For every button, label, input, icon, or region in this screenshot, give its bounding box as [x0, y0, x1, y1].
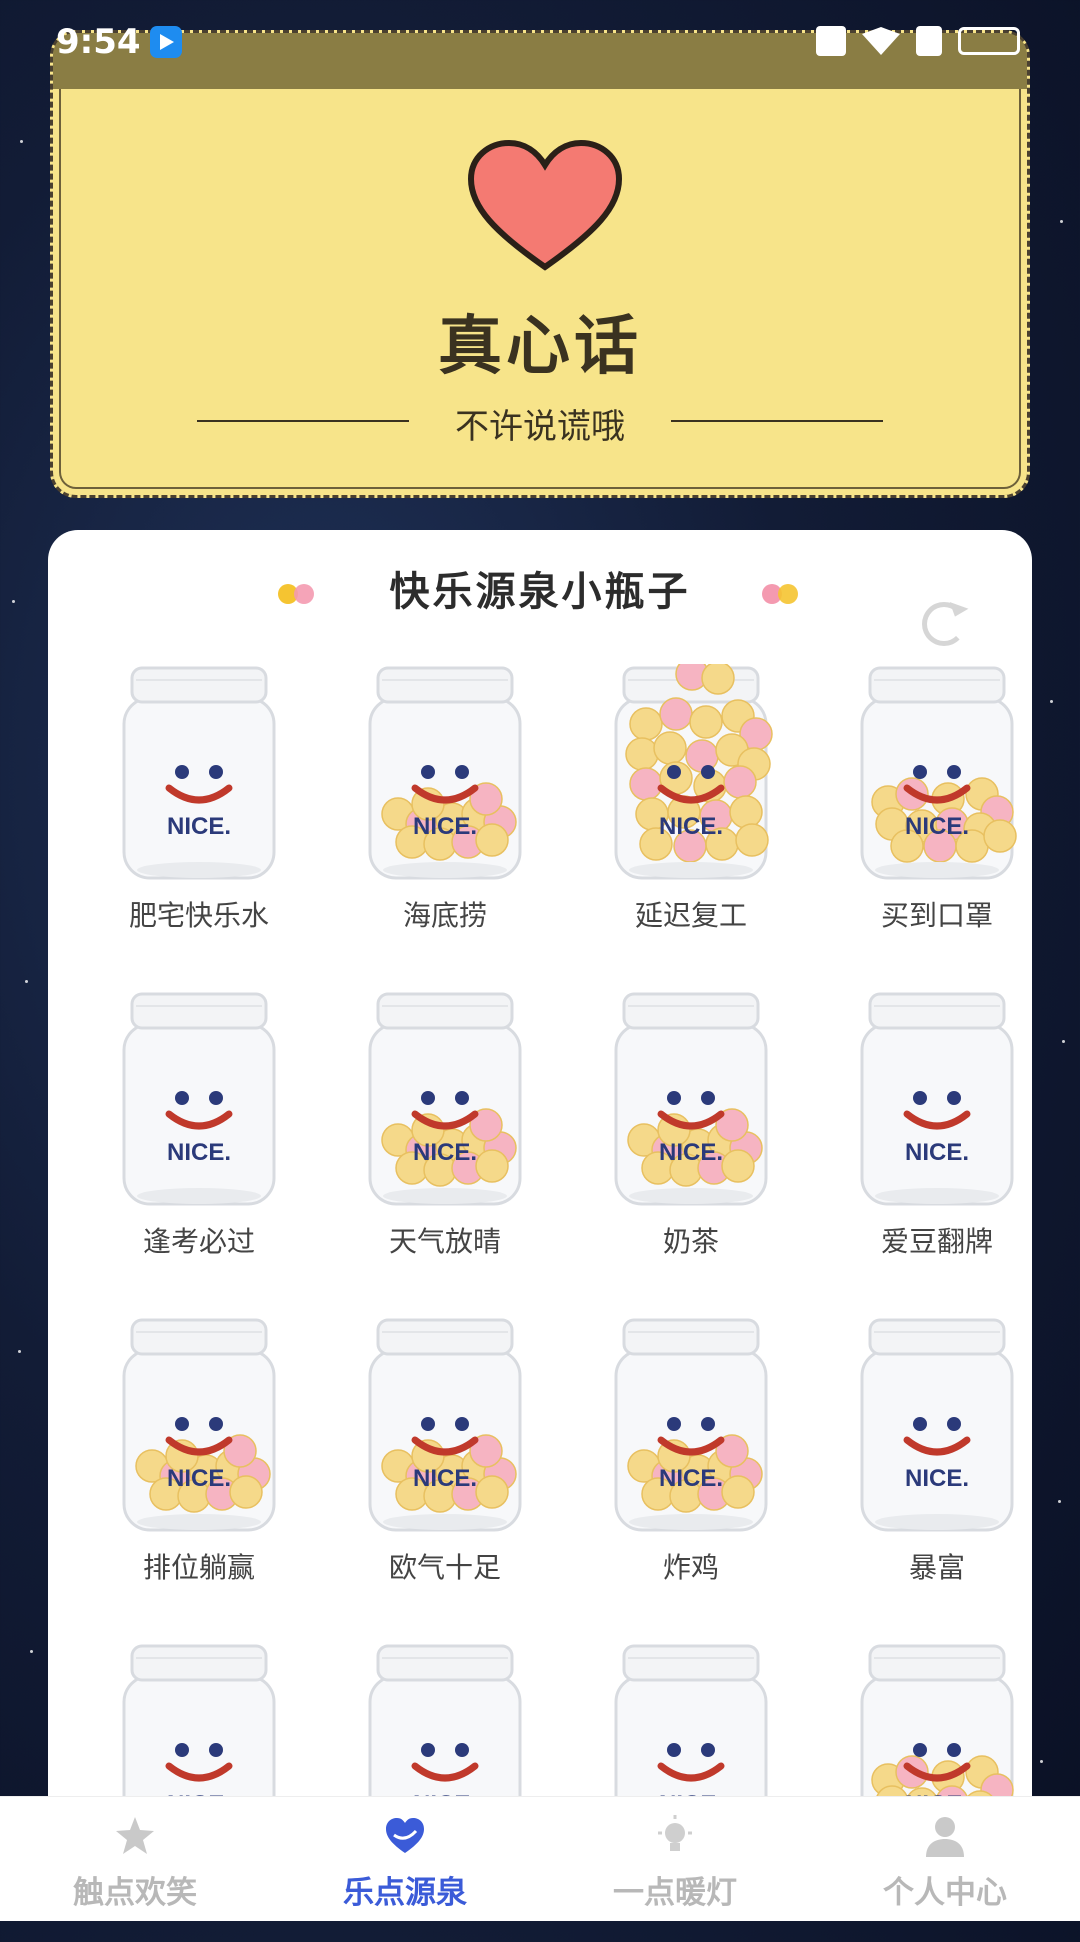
jar-icon: NICE. — [114, 1316, 284, 1536]
tab-0[interactable]: 触点欢笑 — [0, 1797, 270, 1921]
truth-subtitle: 不许说谎哦 — [455, 407, 625, 447]
refresh-icon[interactable] — [922, 602, 966, 646]
decor-dots-right — [762, 584, 802, 604]
jar-label: 爱豆翻牌 — [880, 1225, 993, 1258]
jar-icon: NICE. — [360, 664, 530, 884]
decor-dots-left — [278, 584, 318, 604]
lamp-icon — [652, 1813, 698, 1859]
jar-item[interactable]: NICE. 炸鸡 — [568, 1316, 814, 1616]
jar-label: 欧气十足 — [388, 1551, 501, 1584]
jar-item[interactable]: NICE. 暴富 — [814, 1316, 1060, 1616]
tab-label: 个人中心 — [883, 1875, 1007, 1911]
person-icon — [922, 1813, 968, 1859]
tab-label: 乐点源泉 — [343, 1875, 467, 1911]
svg-text:NICE.: NICE. — [659, 1139, 723, 1166]
jar-icon: NICE. — [852, 664, 1022, 884]
jar-item[interactable]: NICE. 逢考必过 — [76, 990, 322, 1290]
jar-label: 肥宅快乐水 — [128, 899, 269, 932]
jar-icon: NICE. — [114, 664, 284, 884]
heart-hand-icon — [382, 1813, 428, 1859]
jar-label: 奶茶 — [662, 1225, 719, 1258]
jar-icon: NICE. — [852, 990, 1022, 1210]
jar-item[interactable]: NICE. 奶茶 — [568, 990, 814, 1290]
status-time: 9:54 — [56, 22, 141, 62]
svg-text:NICE.: NICE. — [659, 1465, 723, 1492]
svg-text:NICE.: NICE. — [413, 1139, 477, 1166]
jar-label: 炸鸡 — [662, 1551, 719, 1584]
tab-3[interactable]: 个人中心 — [810, 1797, 1080, 1921]
tab-label: 触点欢笑 — [73, 1875, 197, 1911]
jar-icon: NICE. — [852, 1316, 1022, 1536]
svg-text:NICE.: NICE. — [167, 1139, 231, 1166]
jar-grid: NICE. 肥宅快乐水 NICE. 海底捞 NICE. 延迟复工 NICE. 买… — [76, 657, 1060, 1942]
jar-item[interactable]: NICE. 天气放晴 — [322, 990, 568, 1290]
jar-item[interactable]: NICE. 海底捞 — [322, 664, 568, 964]
status-bar: 9:54 — [0, 0, 1080, 86]
tab-1[interactable]: 乐点源泉 — [270, 1797, 540, 1921]
jar-icon: NICE. — [360, 990, 530, 1210]
jar-icon: NICE. — [606, 1316, 776, 1536]
jar-label: 延迟复工 — [634, 899, 747, 932]
panel-title: 快乐源泉小瓶子 — [389, 569, 691, 615]
svg-text:NICE.: NICE. — [905, 813, 969, 840]
wifi-icon — [862, 27, 900, 55]
jar-label: 排位躺赢 — [142, 1551, 255, 1584]
svg-text:NICE.: NICE. — [905, 1139, 969, 1166]
svg-text:NICE.: NICE. — [413, 813, 477, 840]
tab-label: 一点暖灯 — [613, 1875, 737, 1911]
divider-right — [671, 420, 883, 422]
alert-icon — [916, 26, 942, 56]
jar-icon: NICE. — [360, 1316, 530, 1536]
svg-text:NICE.: NICE. — [167, 813, 231, 840]
jar-label: 买到口罩 — [880, 899, 993, 932]
heart-icon — [467, 139, 623, 271]
svg-text:NICE.: NICE. — [167, 1465, 231, 1492]
svg-text:NICE.: NICE. — [659, 813, 723, 840]
truth-card[interactable]: 真心话 不许说谎哦 — [50, 30, 1030, 498]
jar-panel: 快乐源泉小瓶子 NICE. 肥宅快乐水 NICE. 海底捞 NICE. 延迟复工… — [48, 530, 1032, 1910]
svg-text:NICE.: NICE. — [905, 1465, 969, 1492]
jar-label: 天气放晴 — [388, 1225, 501, 1258]
jar-item[interactable]: NICE. 延迟复工 — [568, 657, 814, 964]
jar-item[interactable]: NICE. 排位躺赢 — [76, 1316, 322, 1616]
vibrate-icon — [816, 26, 846, 56]
jar-item[interactable]: NICE. 买到口罩 — [814, 664, 1060, 964]
tab-2[interactable]: 一点暖灯 — [540, 1797, 810, 1921]
bottom-tab-bar: 触点欢笑 乐点源泉 一点暖灯 个人中心 — [0, 1796, 1080, 1921]
jar-icon: NICE. — [606, 990, 776, 1210]
jar-icon: NICE. — [114, 990, 284, 1210]
jar-label: 暴富 — [908, 1551, 965, 1584]
battery-icon — [958, 27, 1020, 55]
app-notification-icon — [150, 26, 182, 58]
star-icon — [112, 1813, 158, 1859]
jar-icon: NICE. — [606, 657, 776, 884]
svg-text:NICE.: NICE. — [413, 1465, 477, 1492]
jar-item[interactable]: NICE. 欧气十足 — [322, 1316, 568, 1616]
truth-title: 真心话 — [438, 310, 642, 384]
jar-label: 逢考必过 — [142, 1225, 255, 1258]
jar-item[interactable]: NICE. 肥宅快乐水 — [76, 664, 322, 964]
jar-item[interactable]: NICE. 爱豆翻牌 — [814, 990, 1060, 1290]
jar-label: 海底捞 — [402, 899, 487, 932]
